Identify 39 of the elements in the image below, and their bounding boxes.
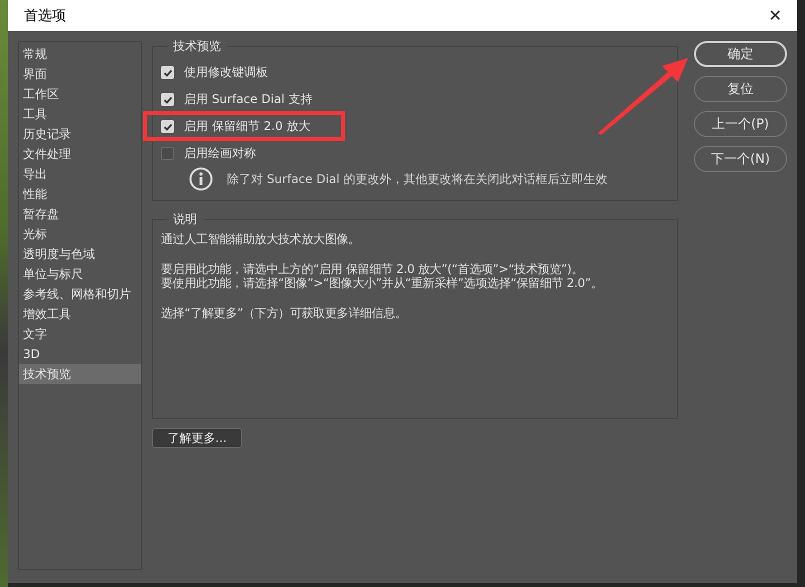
dialog-button[interactable]: 复位: [694, 76, 787, 102]
info-note: 除了对 Surface Dial 的更改外，其他更改将在关闭此对话框后立即生效: [227, 170, 608, 188]
checkbox[interactable]: [161, 66, 174, 79]
checkbox[interactable]: [161, 93, 174, 106]
description-text: 选择“了解更多”（下方）可获取更多详细信息。: [161, 306, 408, 320]
sidebar-item[interactable]: 透明度与色域: [19, 244, 141, 264]
dialog-button[interactable]: 下一个(N): [694, 146, 787, 172]
sidebar-item[interactable]: 3D: [19, 344, 141, 364]
sidebar-item[interactable]: 工具: [19, 104, 141, 124]
sidebar-item[interactable]: 文字: [19, 324, 141, 344]
sidebar-item[interactable]: 常规: [19, 44, 141, 64]
checkbox-label: 启用绘画对称: [184, 145, 256, 162]
sidebar-item[interactable]: 工作区: [19, 84, 141, 104]
checkbox[interactable]: [161, 147, 174, 160]
sidebar-item[interactable]: 性能: [19, 184, 141, 204]
description-text: 要使用此功能，请选择“图像”>“图像大小”并从“重新采样”选项选择“保留细节 2.0”。: [161, 276, 604, 290]
sidebar-item[interactable]: 界面: [19, 64, 141, 84]
sidebar-item[interactable]: 参考线、网格和切片: [19, 284, 141, 304]
checkbox[interactable]: [161, 120, 174, 133]
description-text: 要启用此功能，请选中上方的“启用 保留细节 2.0 放大”(“首选项”>“技术预览”)。: [161, 262, 584, 276]
group-title: 技术预览: [172, 38, 222, 55]
learn-more-button[interactable]: 了解更多...: [152, 428, 242, 448]
window-title: 首选项: [24, 6, 66, 24]
sidebar-item[interactable]: 光标: [19, 224, 141, 244]
dialog-button[interactable]: 确定: [694, 41, 787, 67]
sidebar-item[interactable]: 单位与标尺: [19, 264, 141, 284]
sidebar-item[interactable]: 增效工具: [19, 304, 141, 324]
sidebar-item[interactable]: 导出: [19, 164, 141, 184]
sidebar-item[interactable]: 历史记录: [19, 124, 141, 144]
sidebar-item[interactable]: 技术预览: [19, 364, 141, 384]
info-icon: [189, 167, 213, 191]
dialog-button[interactable]: 上一个(P): [694, 111, 787, 137]
group-title: 说明: [172, 211, 198, 228]
checkbox-label: 启用 保留细节 2.0 放大: [184, 118, 311, 135]
description-text: 通过人工智能辅助放大技术放大图像。: [161, 232, 361, 246]
checkbox-label: 使用修改键调板: [184, 64, 268, 81]
sidebar-item[interactable]: 暂存盘: [19, 204, 141, 224]
sidebar-item[interactable]: 文件处理: [19, 144, 141, 164]
checkbox-label: 启用 Surface Dial 支持: [184, 91, 312, 108]
